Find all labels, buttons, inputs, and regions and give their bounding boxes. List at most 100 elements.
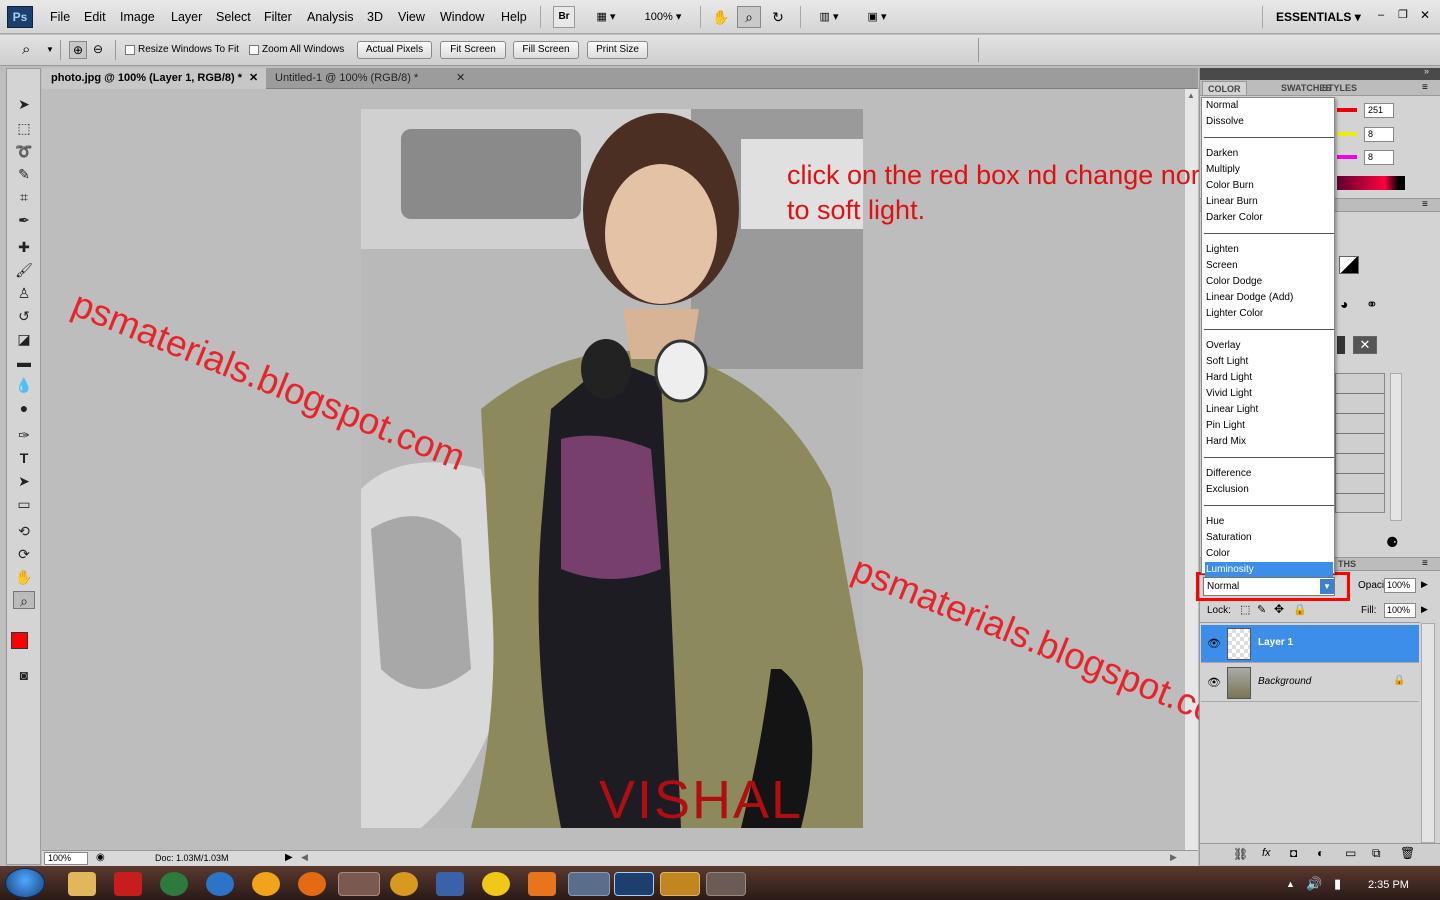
menu-window[interactable]: Window	[440, 10, 484, 24]
volume-icon[interactable]: 🔊	[1306, 876, 1322, 892]
fit-screen-button[interactable]: Fit Screen	[440, 41, 506, 59]
blend-option-soft-light[interactable]: Soft Light	[1205, 354, 1333, 369]
rotate-view-icon[interactable]: ↻	[766, 6, 790, 28]
visibility-eye-icon[interactable]: 👁	[1207, 637, 1221, 650]
threshold-icon[interactable]	[1337, 336, 1345, 354]
blend-option-color-burn[interactable]: Color Burn	[1205, 178, 1333, 193]
blend-option-exclusion[interactable]: Exclusion	[1205, 482, 1333, 497]
zoom-in-icon[interactable]: ⊕	[69, 41, 87, 59]
menu-analysis[interactable]: Analysis	[307, 10, 354, 24]
menu-view[interactable]: View	[398, 10, 425, 24]
menu-layer[interactable]: Layer	[171, 10, 202, 24]
resize-windows-checkbox[interactable]	[125, 45, 135, 55]
lock-transparent-icon[interactable]: ⬚	[1240, 603, 1250, 616]
close-icon[interactable]: ✕	[249, 68, 258, 88]
zoom-level-dropdown[interactable]: 100% ▾	[636, 6, 690, 28]
zoom-tool-preset-icon[interactable]: ⌕	[22, 41, 30, 58]
blend-option-saturation[interactable]: Saturation	[1205, 530, 1333, 545]
vlc-icon[interactable]	[528, 872, 556, 896]
blend-option-lighter-color[interactable]: Lighter Color	[1205, 306, 1333, 321]
visibility-eye-icon[interactable]: 👁	[1207, 676, 1221, 689]
quick-mask-icon[interactable]: ◙	[13, 666, 35, 684]
pen-tool-icon[interactable]: ✑	[13, 426, 35, 444]
close-icon[interactable]: ✕	[456, 68, 465, 88]
blue-slider-track[interactable]	[1337, 155, 1357, 159]
app-taskbar-button[interactable]	[706, 872, 746, 896]
blend-option-pin-light[interactable]: Pin Light	[1205, 418, 1333, 433]
ie-icon[interactable]	[206, 872, 234, 896]
blend-option-darken[interactable]: Darken	[1205, 146, 1333, 161]
acrobat-icon[interactable]	[114, 872, 142, 896]
lock-image-icon[interactable]: ✎	[1257, 603, 1266, 616]
link-layers-icon[interactable]: ⛓	[1233, 847, 1248, 861]
scroll-up-icon[interactable]: ▲	[1187, 91, 1195, 100]
exposure-icon[interactable]	[1339, 256, 1359, 274]
opacity-slider-arrow-icon[interactable]: ▶	[1421, 579, 1428, 590]
brush-tool-icon[interactable]: 🖌	[13, 261, 35, 279]
hand-tool-icon[interactable]: ✋	[710, 6, 732, 28]
fill-field[interactable]: 100%	[1384, 603, 1416, 618]
menu-help[interactable]: Help	[501, 10, 527, 24]
blue-value-field[interactable]: 8	[1364, 150, 1394, 165]
close-icon[interactable]: ✕	[1420, 8, 1430, 22]
blend-option-color[interactable]: Color	[1205, 546, 1333, 561]
blend-option-linear-light[interactable]: Linear Light	[1205, 402, 1333, 417]
chrome-taskbar-button[interactable]	[338, 872, 380, 896]
path-selection-tool-icon[interactable]: ➤	[13, 472, 35, 490]
blend-option-hard-mix[interactable]: Hard Mix	[1205, 434, 1333, 449]
presets-list[interactable]	[1335, 373, 1385, 513]
layer-row-background[interactable]: 👁 Background 🔒	[1201, 664, 1419, 702]
color-ramp[interactable]	[1337, 176, 1405, 190]
hand-tool-icon[interactable]: ✋	[13, 568, 35, 586]
healing-brush-tool-icon[interactable]: ✚	[13, 238, 35, 256]
3d-rotate-tool-icon[interactable]: ⟲	[13, 522, 35, 540]
gradient-tool-icon[interactable]: ▬	[13, 353, 35, 371]
fill-slider-arrow-icon[interactable]: ▶	[1421, 604, 1428, 615]
menu-image[interactable]: Image	[120, 10, 155, 24]
menu-3d[interactable]: 3D	[367, 10, 383, 24]
delete-layer-icon[interactable]: 🗑	[1400, 846, 1415, 860]
blend-option-multiply[interactable]: Multiply	[1205, 162, 1333, 177]
tab-photo[interactable]: photo.jpg @ 100% (Layer 1, RGB/8) * ✕	[42, 68, 266, 89]
messenger-icon[interactable]	[482, 872, 510, 896]
network-status-icon[interactable]: ▮	[1334, 876, 1341, 892]
scroll-right-icon[interactable]: ▶	[1170, 852, 1177, 863]
tab-styles[interactable]: STYLES	[1317, 81, 1362, 95]
screen-mode-button[interactable]: ▣ ▾	[858, 6, 896, 28]
gradient-map-icon[interactable]: ✕	[1353, 336, 1377, 354]
panel-menu-icon[interactable]: ≡	[1422, 199, 1428, 210]
app-icon[interactable]	[436, 872, 464, 896]
lock-all-icon[interactable]: 🔒	[1293, 603, 1307, 616]
blend-option-color-dodge[interactable]: Color Dodge	[1205, 274, 1333, 289]
lasso-tool-icon[interactable]: ➰	[13, 142, 35, 160]
menu-file[interactable]: File	[50, 10, 70, 24]
zoom-all-windows-checkbox[interactable]	[249, 45, 259, 55]
blend-option-vivid-light[interactable]: Vivid Light	[1205, 386, 1333, 401]
green-value-field[interactable]: 8	[1364, 127, 1394, 142]
actual-pixels-button[interactable]: Actual Pixels	[357, 41, 432, 59]
blend-option-overlay[interactable]: Overlay	[1205, 338, 1333, 353]
opacity-field[interactable]: 100%	[1384, 578, 1416, 593]
blend-option-hue[interactable]: Hue	[1205, 514, 1333, 529]
3d-orbit-tool-icon[interactable]: ⟳	[13, 545, 35, 563]
panel-menu-icon[interactable]: ≡	[1422, 82, 1428, 93]
shape-tool-icon[interactable]: ▭	[13, 495, 35, 513]
add-mask-icon[interactable]: ◘	[1290, 846, 1297, 860]
menu-edit[interactable]: Edit	[84, 10, 106, 24]
tab-untitled[interactable]: Untitled-1 @ 100% (RGB/8) * ✕	[266, 68, 474, 89]
start-button[interactable]	[5, 868, 45, 898]
blend-option-hard-light[interactable]: Hard Light	[1205, 370, 1333, 385]
selective-color-icon[interactable]: ⚭	[1366, 296, 1386, 314]
media-player-icon[interactable]	[252, 872, 280, 896]
blend-option-dissolve[interactable]: Dissolve	[1205, 114, 1333, 129]
green-slider-track[interactable]	[1337, 132, 1357, 136]
menu-select[interactable]: Select	[216, 10, 251, 24]
new-layer-icon[interactable]: ⧉	[1372, 846, 1381, 861]
firefox-icon[interactable]	[298, 872, 326, 896]
blend-option-normal[interactable]: Normal	[1205, 98, 1333, 113]
blend-option-linear-burn[interactable]: Linear Burn	[1205, 194, 1333, 209]
photoshop-logo[interactable]: Ps	[7, 6, 33, 28]
type-tool-icon[interactable]: T	[13, 449, 35, 467]
keyboard-taskbar-button[interactable]	[568, 872, 610, 896]
blend-option-linear-dodge-add[interactable]: Linear Dodge (Add)	[1205, 290, 1333, 305]
